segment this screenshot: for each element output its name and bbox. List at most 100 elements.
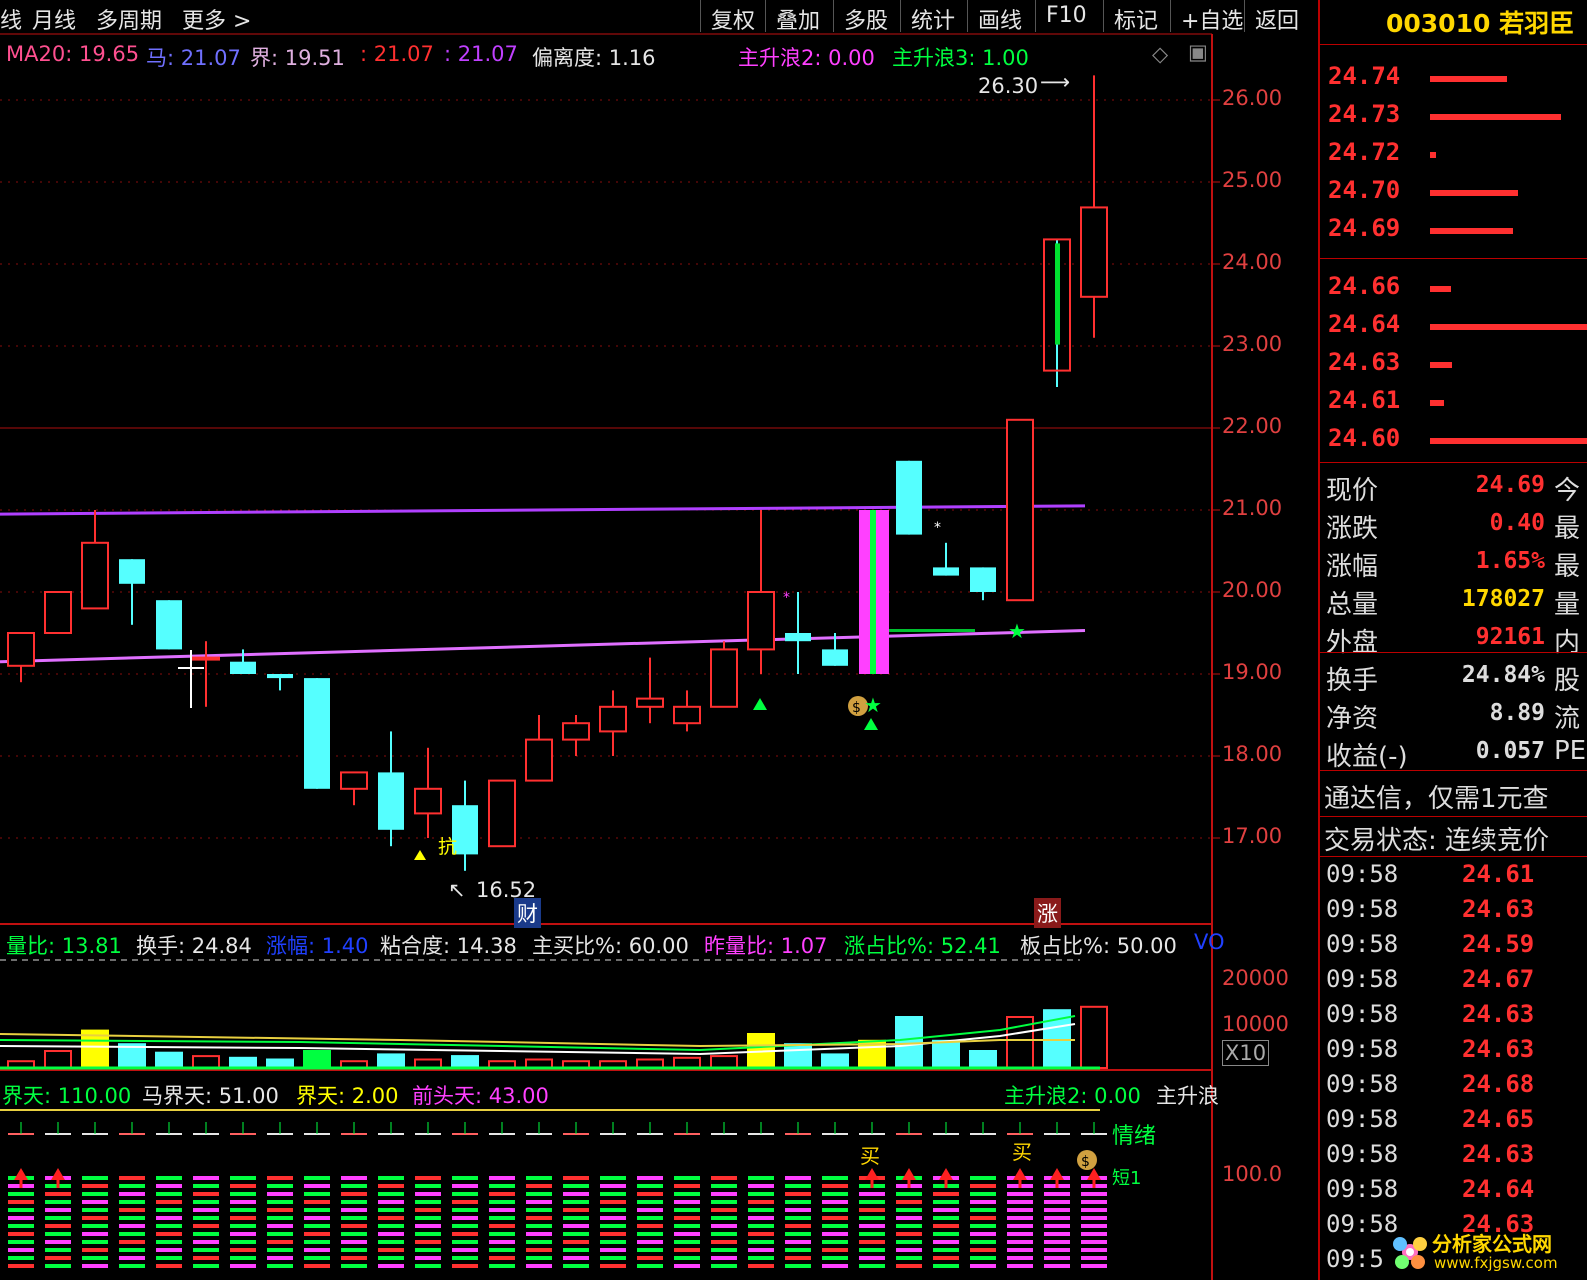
sentiment-band: [304, 1216, 330, 1220]
tick-row: 09:58 24.63: [1324, 1000, 1587, 1035]
sentiment-band: [896, 1248, 922, 1252]
volume-unit-label: X10: [1222, 1040, 1270, 1066]
orderbook-volume-bar: [1430, 228, 1514, 234]
volume-bar: [673, 1056, 701, 1070]
sentiment-band: [748, 1184, 774, 1188]
orderbook-price: 24.66: [1328, 272, 1401, 300]
sentiment-band: [304, 1256, 330, 1260]
diamond-icon[interactable]: ◇: [1152, 42, 1168, 66]
sentiment-band: [230, 1208, 256, 1212]
price-axis-tick: 25.00: [1222, 168, 1283, 192]
sentiment-band: [45, 1240, 71, 1244]
candle: [859, 510, 889, 674]
orderbook-row[interactable]: 24.64: [1324, 310, 1587, 344]
sentiment-band: [267, 1232, 293, 1236]
sentiment-band: [526, 1264, 552, 1268]
sentiment-band: [230, 1224, 256, 1228]
tick-time: 09:58: [1326, 860, 1399, 888]
sentiment-band: [600, 1184, 626, 1188]
sentiment-band: [1044, 1232, 1070, 1236]
candle-body: [562, 722, 590, 741]
separator: [1320, 856, 1587, 857]
sentiment-band: [119, 1208, 145, 1212]
quote-label: 涨幅: [1326, 552, 1379, 582]
orderbook-row[interactable]: 24.72: [1324, 138, 1587, 172]
sentiment-band: [45, 1256, 71, 1260]
sentiment-band: [452, 1216, 478, 1220]
sentiment-band: [378, 1192, 404, 1196]
sentiment-band: [674, 1192, 700, 1196]
separator: [1320, 44, 1587, 45]
orderbook-row[interactable]: 24.63: [1324, 348, 1587, 382]
candle-body: [156, 600, 182, 650]
orderbook-price: 24.70: [1328, 176, 1401, 204]
sentiment-band: [637, 1224, 663, 1228]
sentiment-band: [267, 1224, 293, 1228]
sentiment-band: [45, 1224, 71, 1228]
sentiment-band: [193, 1208, 219, 1212]
sentiment-band: [193, 1176, 219, 1180]
candle: [710, 641, 738, 708]
candle-body: [970, 567, 996, 592]
sentiment-band: [1007, 1192, 1033, 1196]
sentiment-band: [674, 1256, 700, 1260]
finance-badge[interactable]: 财: [514, 898, 541, 928]
tick-row: 09:58 24.64: [1324, 1175, 1587, 1210]
sentiment-band: [711, 1224, 737, 1228]
sentiment-band: [637, 1200, 663, 1204]
sentiment-band: [637, 1248, 663, 1252]
sentiment-band: [1081, 1248, 1107, 1252]
sentiment-band: [748, 1208, 774, 1212]
sentiment-band: [859, 1208, 885, 1212]
candle: [636, 657, 664, 724]
sentiment-band: [415, 1232, 441, 1236]
quote-row: 涨幅 1.65% 最: [1324, 546, 1587, 582]
orderbook-row[interactable]: 24.60: [1324, 424, 1587, 458]
orderbook-row[interactable]: 24.73: [1324, 100, 1587, 134]
sentiment-band: [563, 1184, 589, 1188]
candle: [488, 779, 516, 848]
sentiment-band: [415, 1200, 441, 1204]
candle-body: [414, 787, 442, 815]
sentiment-band: [1081, 1264, 1107, 1268]
orderbook-row[interactable]: 24.70: [1324, 176, 1587, 210]
limit-up-badge[interactable]: 涨: [1034, 898, 1061, 928]
orderbook-row[interactable]: 24.61: [1324, 386, 1587, 420]
candle: [896, 460, 922, 535]
trade-status-text: 交易状态: 连续竞价: [1324, 826, 1550, 856]
quote-row: 收益(-) 0.057 PE: [1324, 736, 1587, 772]
sentiment-band: [563, 1256, 589, 1260]
candle: [119, 559, 145, 625]
tick-time: 09:5: [1326, 1245, 1384, 1273]
sentiment-band: [193, 1264, 219, 1268]
quote-label: 涨跌: [1326, 514, 1379, 544]
sentiment-band: [193, 1192, 219, 1196]
sentiment-band: [970, 1192, 996, 1196]
sentiment-band: [267, 1264, 293, 1268]
sentiment-band: [1007, 1248, 1033, 1252]
high-price-label: 26.30: [978, 74, 1039, 98]
sentiment-band: [1007, 1208, 1033, 1212]
sentiment-band: [452, 1248, 478, 1252]
orderbook-row[interactable]: 24.74: [1324, 62, 1587, 96]
orderbook-row[interactable]: 24.69: [1324, 214, 1587, 248]
sentiment-band: [45, 1208, 71, 1212]
deviation-label: 偏离度: 1.16: [532, 46, 656, 70]
quote-value: 178027: [1461, 586, 1545, 612]
candle: [7, 632, 35, 683]
sentiment-band: [970, 1232, 996, 1236]
window-toggle-icon[interactable]: ▣: [1188, 40, 1208, 64]
volume-tick-10000: 10000: [1222, 1012, 1289, 1036]
orderbook-row[interactable]: 24.66: [1324, 272, 1587, 306]
sentiment-band: [489, 1264, 515, 1268]
stock-title[interactable]: 003010 若羽臣: [1386, 4, 1574, 40]
orderbook-price: 24.61: [1328, 386, 1401, 414]
watermark-url: www.fxjgsw.com: [1434, 1254, 1558, 1272]
quote-extra-label: PE: [1554, 736, 1587, 766]
sentiment-band: [45, 1264, 71, 1268]
sentiment-band: [415, 1240, 441, 1244]
candle-body: [599, 705, 627, 733]
notice-text[interactable]: 通达信，仅需1元查: [1324, 778, 1549, 815]
orderbook-price: 24.69: [1328, 214, 1401, 242]
sentiment-band: [933, 1216, 959, 1220]
